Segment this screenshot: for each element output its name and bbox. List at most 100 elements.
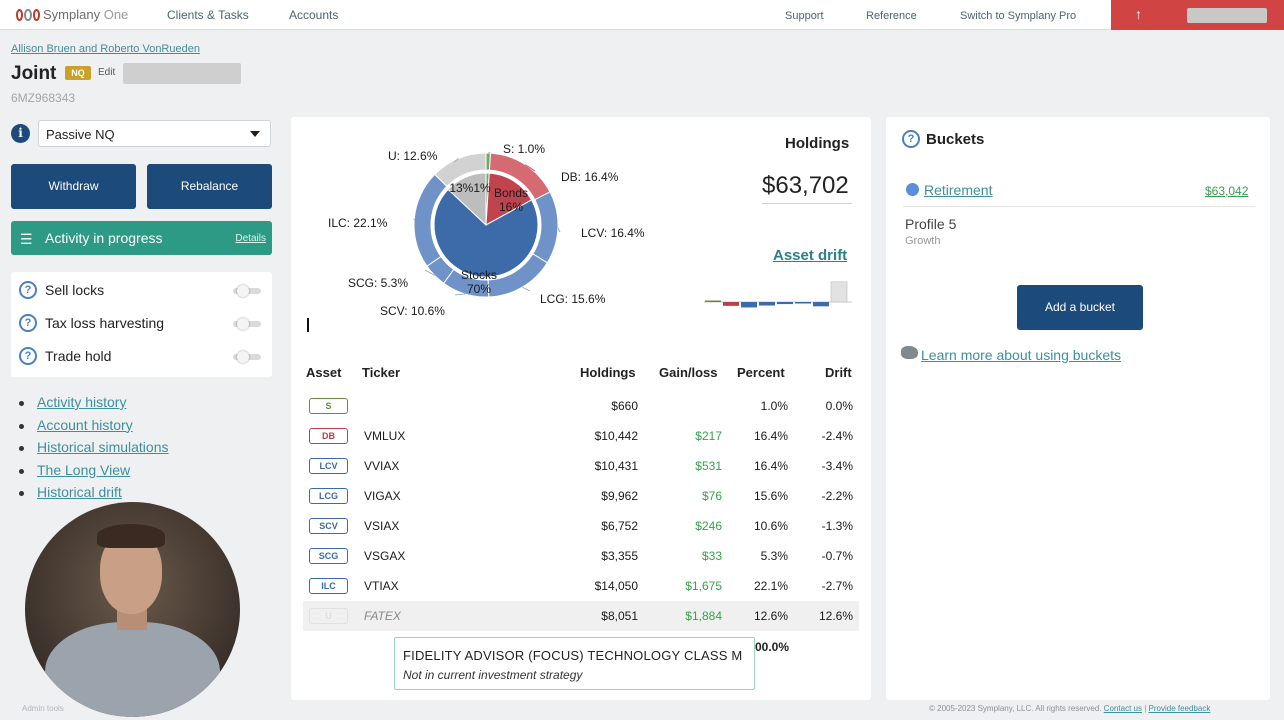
drift-value: 0.0% — [825, 399, 853, 413]
percent-value: 16.4% — [753, 429, 788, 443]
ticker: VSGAX — [364, 549, 406, 563]
toggle-label: Tax loss harvesting — [45, 315, 165, 331]
activity-details-link[interactable]: Details — [235, 233, 266, 244]
table-row[interactable]: ILC VTIAX $14,050 $1,675 22.1% -2.7% — [303, 571, 859, 601]
retirement-bucket-link[interactable]: Retirement — [924, 182, 992, 198]
account-history-link[interactable]: Account history — [37, 417, 133, 433]
nav-accounts[interactable]: Accounts — [289, 8, 338, 22]
drift-value: -2.7% — [821, 579, 853, 593]
table-row[interactable]: LCV VVIAX $10,431 $531 16.4% -3.4% — [303, 451, 859, 481]
trade-hold-toggle[interactable] — [233, 351, 261, 363]
col-ticker[interactable]: Ticker — [362, 365, 400, 380]
table-row[interactable]: SCV VSIAX $6,752 $246 10.6% -1.3% — [303, 511, 859, 541]
list-item: Activity history — [18, 394, 168, 417]
account-number: 6MZ968343 — [11, 91, 76, 105]
ticker: VVIAX — [364, 459, 400, 473]
gain-value: $531 — [695, 459, 722, 473]
logo[interactable]: Symplany One — [16, 7, 128, 22]
contact-link[interactable]: Contact us — [1104, 704, 1142, 713]
holdings-value: $6,752 — [601, 519, 638, 533]
strategy-select[interactable]: Passive NQ — [38, 120, 271, 147]
col-asset[interactable]: Asset — [306, 365, 341, 380]
client-names-link[interactable]: Allison Bruen and Roberto VonRueden — [11, 43, 200, 55]
drift-value: -0.7% — [821, 549, 853, 563]
asset-tag: U — [309, 608, 348, 624]
list-item: The Long View — [18, 462, 168, 485]
brand-name: Symplany One — [43, 7, 129, 22]
nav-switch-pro[interactable]: Switch to Symplany Pro — [960, 10, 1076, 22]
caret-down-icon — [250, 131, 260, 137]
drift-value: -2.2% — [821, 489, 853, 503]
holdings-amount: $63,702 — [762, 172, 849, 199]
percent-value: 16.4% — [753, 459, 788, 473]
nav-reference[interactable]: Reference — [866, 10, 917, 22]
rebalance-button[interactable]: Rebalance — [147, 164, 272, 209]
toggle-row-tax-loss: ? Tax loss harvesting — [11, 312, 272, 336]
drift-value: 12.6% — [818, 609, 853, 623]
long-view-link[interactable]: The Long View — [37, 462, 130, 478]
admin-tools-link[interactable]: Admin tools — [22, 704, 64, 713]
table-row[interactable]: U FATEX $8,051 $1,884 12.6% 12.6% — [303, 601, 859, 631]
withdraw-button[interactable]: Withdraw — [11, 164, 136, 209]
col-drift[interactable]: Drift — [825, 365, 852, 380]
historical-simulations-link[interactable]: Historical simulations — [37, 439, 168, 455]
edit-account-link[interactable]: Edit — [98, 67, 115, 78]
percent-value: 12.6% — [753, 609, 788, 623]
table-row[interactable]: DB VMLUX $10,442 $217 16.4% -2.4% — [303, 421, 859, 451]
nav-support[interactable]: Support — [785, 10, 824, 22]
asset-tag: SCG — [309, 548, 348, 564]
tax-loss-toggle[interactable] — [233, 318, 261, 330]
list-item: Account history — [18, 417, 168, 440]
learn-buckets-link[interactable]: Learn more about using buckets — [921, 347, 1121, 363]
mouse-cursor — [307, 318, 309, 332]
feedback-link[interactable]: Provide feedback — [1149, 704, 1211, 713]
add-bucket-button[interactable]: Add a bucket — [1017, 285, 1143, 330]
toggle-label: Trade hold — [45, 348, 112, 364]
gain-value: $33 — [701, 549, 722, 563]
drift-value: -1.3% — [821, 519, 853, 533]
tooltip-subtitle: Not in current investment strategy — [403, 668, 583, 682]
activity-banner[interactable]: ☰ Activity in progress Details — [11, 221, 272, 255]
asset-tag: LCG — [309, 488, 348, 504]
table-row[interactable]: SCG VSGAX $3,355 $33 5.3% -0.7% — [303, 541, 859, 571]
asset-tag: LCV — [309, 458, 348, 474]
activity-label: Activity in progress — [45, 230, 163, 246]
holdings-value: $8,051 — [601, 609, 638, 623]
asset-tag: SCV — [309, 518, 348, 534]
asset-drift-link[interactable]: Asset drift — [773, 247, 847, 264]
bucket-profile-type: Growth — [905, 235, 941, 247]
nav-clients-tasks[interactable]: Clients & Tasks — [167, 8, 249, 22]
asset-tag: DB — [309, 428, 348, 444]
footer-copyright-text: © 2005-2023 Symplany, LLC. All rights re… — [929, 704, 1102, 713]
holdings-value: $9,962 — [601, 489, 638, 503]
help-icon[interactable]: ? — [19, 314, 37, 332]
percent-value: 5.3% — [760, 549, 788, 563]
holdings-value: $10,431 — [594, 459, 638, 473]
bucket-amount[interactable]: $63,042 — [1205, 184, 1248, 198]
help-icon[interactable]: ? — [19, 281, 37, 299]
table-row[interactable]: S $660 1.0% 0.0% — [303, 391, 859, 421]
buckets-title: Buckets — [926, 131, 985, 148]
gain-value: $1,884 — [685, 609, 722, 623]
account-links: Activity history Account history Histori… — [18, 394, 168, 507]
col-holdings[interactable]: Holdings — [580, 365, 636, 380]
upgrade-button[interactable]: ↑ — [1111, 0, 1284, 30]
sell-locks-toggle[interactable] — [233, 285, 261, 297]
col-gain-loss[interactable]: Gain/loss — [659, 365, 718, 380]
percent-value: 1.0% — [760, 399, 788, 413]
divider — [762, 203, 852, 204]
activity-history-link[interactable]: Activity history — [37, 394, 126, 410]
tooltip-title: FIDELITY ADVISOR (FOCUS) TECHNOLOGY CLAS… — [403, 648, 743, 663]
ticker: FATEX — [364, 609, 401, 623]
help-icon[interactable]: ? — [19, 347, 37, 365]
holdings-value: $10,442 — [594, 429, 638, 443]
col-percent[interactable]: Percent — [737, 365, 785, 380]
historical-drift-link[interactable]: Historical drift — [37, 484, 122, 500]
list-item: Historical simulations — [18, 439, 168, 462]
asset-tag: S — [309, 398, 348, 414]
webcam-overlay — [25, 502, 240, 717]
help-icon[interactable]: ? — [902, 130, 920, 148]
info-icon[interactable]: i — [11, 124, 30, 143]
table-row[interactable]: LCG VIGAX $9,962 $76 15.6% -2.2% — [303, 481, 859, 511]
gain-value: $76 — [701, 489, 722, 503]
